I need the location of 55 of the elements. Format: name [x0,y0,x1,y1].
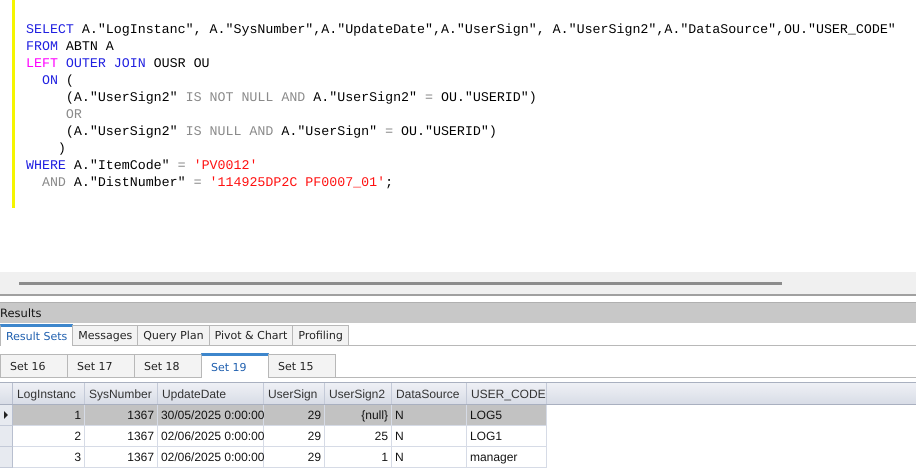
table-cell: 29 [264,426,325,447]
code-line: SELECT A."LogInstanc", A."SysNumber",A."UpdateDate",A."UserSign", A."UserSign2",A."DataSource",OU."USER_CODE" [26,21,896,38]
code-line: AND A."DistNumber" = '114925DP2C PF0007_01'; [40,174,394,191]
scrollbar-thumb[interactable] [19,282,782,284]
column-header[interactable]: LogInstanc [13,383,85,404]
column-header[interactable]: UpdateDate [158,383,264,404]
tab[interactable]: Query Plan [137,325,210,345]
table-row[interactable]: 1 1367 30/05/2025 0:00:00 29 {null} N LOG5 [0,405,547,426]
column-header[interactable]: UserSign [264,383,325,404]
tab[interactable]: Messages [72,325,138,345]
table-cell: 1367 [85,447,158,468]
table-cell: 1 [13,405,85,426]
table-cell: LOG1 [467,426,547,447]
code-line: FROM ABTN A [26,38,114,55]
table-cell: 29 [264,405,325,426]
table-cell: 1367 [85,426,158,447]
code-line: LEFT OUTER JOIN OUSR OU [26,55,210,72]
table-cell: 1 [325,447,392,468]
column-header[interactable]: DataSource [392,383,467,404]
panel-title: Results [0,306,42,320]
code-line: WHERE A."ItemCode" = 'PV0012' [26,157,258,174]
tab[interactable]: Set 17 [67,354,135,377]
table-cell: N [392,426,467,447]
table-cell: N [392,405,467,426]
current-row-icon [4,411,8,419]
table-cell: 2 [13,426,85,447]
tab[interactable]: Profiling [292,325,349,345]
column-header[interactable]: UserSign2 [325,383,392,404]
column-header[interactable]: SysNumber [85,383,158,404]
tab[interactable]: Set 19 [201,353,269,378]
tab[interactable]: Set 15 [268,354,336,377]
tab[interactable]: Result Sets [0,324,74,346]
code-line: OR [64,106,82,123]
table-cell: 02/06/2025 0:00:00 [158,447,264,468]
table-cell: 02/06/2025 0:00:00 [158,426,264,447]
table-cell: LOG5 [467,405,547,426]
tab[interactable]: Set 18 [134,354,202,377]
tab[interactable]: Pivot & Chart [208,325,294,345]
table-cell: 30/05/2025 0:00:00 [158,405,264,426]
table-row[interactable]: 2 1367 02/06/2025 0:00:00 29 25 N LOG1 [0,426,547,447]
table-cell: 3 [13,447,85,468]
code-line: (A."UserSign2" IS NULL AND A."UserSign" = OU."USERID") [64,123,497,140]
horizontal-scrollbar[interactable] [0,272,916,296]
code-line: ON ( [40,72,74,89]
table-cell: N [392,447,467,468]
code-line: ) [56,140,66,157]
table-cell: manager [467,447,547,468]
table-cell: {null} [325,405,392,426]
table-cell: 29 [264,447,325,468]
column-header[interactable]: USER_CODE [467,383,547,404]
table-cell: 1367 [85,405,158,426]
table-row[interactable]: 3 1367 02/06/2025 0:00:00 29 1 N manager [0,447,547,468]
table-cell: 25 [325,426,392,447]
code-line: (A."UserSign2" IS NOT NULL AND A."UserSign2" = OU."USERID") [64,89,537,106]
tab[interactable]: Set 16 [0,354,68,377]
